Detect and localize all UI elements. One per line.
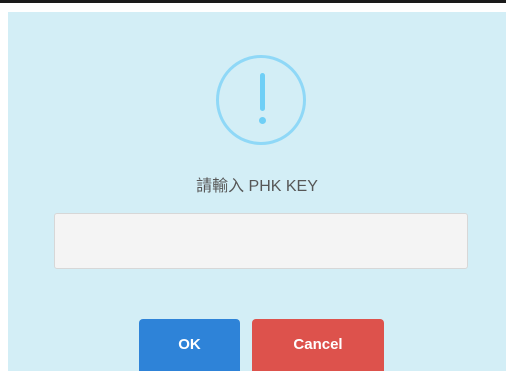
phk-key-input[interactable] (54, 213, 468, 269)
exclamation-dot (259, 117, 266, 124)
cancel-button[interactable]: Cancel (252, 319, 384, 371)
ok-button[interactable]: OK (139, 319, 240, 371)
window-top-border (0, 0, 506, 3)
exclamation-bar (260, 73, 265, 111)
exclamation-icon (216, 55, 306, 145)
prompt-text: 請輸入 PHK KEY (196, 178, 318, 195)
phk-key-dialog: 請輸入 PHK KEY OK Cancel (8, 12, 506, 371)
